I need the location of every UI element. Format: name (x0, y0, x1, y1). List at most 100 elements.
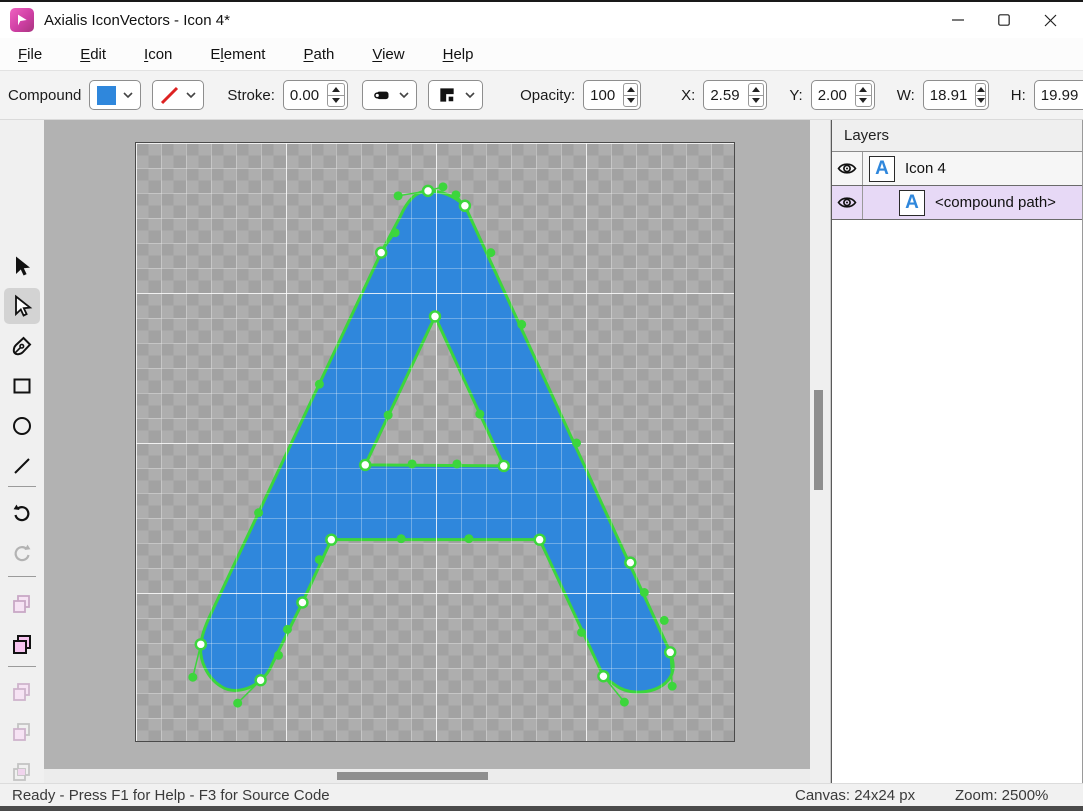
subtract-button[interactable] (4, 714, 40, 750)
compound-button[interactable] (4, 626, 40, 662)
vertical-scrollbar-thumb[interactable] (814, 390, 823, 490)
menu-item-help[interactable]: Help (431, 42, 486, 67)
undo-button[interactable] (4, 496, 40, 532)
handle-point[interactable] (394, 191, 403, 200)
menu-item-path[interactable]: Path (291, 42, 346, 67)
handle-point[interactable] (391, 228, 400, 237)
anchor-point[interactable] (423, 186, 433, 196)
zoom-level-indicator: Zoom: 2500% (955, 787, 1048, 804)
vertical-scrollbar[interactable] (810, 120, 831, 783)
spinner-buttons[interactable] (975, 83, 985, 107)
menu-item-view[interactable]: View (360, 42, 416, 67)
handle-point[interactable] (274, 651, 283, 660)
fill-color-swatch (97, 86, 116, 105)
handle-point[interactable] (486, 248, 495, 257)
line-tool[interactable] (4, 448, 40, 484)
handle-point[interactable] (408, 459, 417, 468)
line-icon (10, 454, 34, 478)
opacity-label: Opacity: (520, 87, 575, 104)
anchor-point[interactable] (256, 675, 266, 685)
menu-item-edit[interactable]: Edit (68, 42, 118, 67)
anchor-point[interactable] (598, 671, 608, 681)
handle-point[interactable] (620, 698, 629, 707)
handle-point[interactable] (438, 182, 447, 191)
anchor-point[interactable] (535, 535, 545, 545)
handle-point[interactable] (640, 588, 649, 597)
chevron-down-icon (186, 91, 196, 99)
line-cap-dropdown[interactable] (362, 80, 417, 110)
handle-point[interactable] (668, 682, 677, 691)
pen-tool[interactable] (4, 328, 40, 364)
layer-visibility-toggle[interactable] (832, 195, 862, 210)
icon-canvas[interactable] (135, 142, 735, 742)
handle-point[interactable] (475, 410, 484, 419)
fill-color-dropdown[interactable] (89, 80, 141, 110)
x-input[interactable]: 2.59 (703, 80, 767, 110)
menu-item-icon[interactable]: Icon (132, 42, 184, 67)
spinner-buttons[interactable] (748, 83, 765, 107)
handle-point[interactable] (254, 508, 263, 517)
handle-point[interactable] (188, 673, 197, 682)
anchor-point[interactable] (360, 460, 370, 470)
spinner-buttons[interactable] (327, 83, 345, 107)
anchor-point[interactable] (326, 535, 336, 545)
handle-point[interactable] (315, 380, 324, 389)
layer-row[interactable]: AIcon 4 (832, 152, 1082, 186)
anchor-point[interactable] (665, 647, 675, 657)
handle-point[interactable] (315, 555, 324, 564)
redo-button[interactable] (4, 536, 40, 572)
handle-point[interactable] (233, 699, 242, 708)
handle-point[interactable] (397, 534, 406, 543)
anchor-point[interactable] (297, 597, 307, 607)
anchor-point[interactable] (499, 461, 509, 471)
horizontal-scrollbar-thumb[interactable] (337, 772, 488, 780)
chevron-down-icon (123, 91, 133, 99)
select-tool[interactable] (4, 248, 40, 284)
direct-select-tool[interactable] (4, 288, 40, 324)
menu-item-element[interactable]: Element (198, 42, 277, 67)
anchor-point[interactable] (625, 558, 635, 568)
union-button[interactable] (4, 674, 40, 710)
group-button[interactable] (4, 586, 40, 622)
close-button[interactable] (1027, 5, 1073, 35)
spinner-buttons[interactable] (855, 83, 872, 107)
ellipse-tool[interactable] (4, 408, 40, 444)
handle-point[interactable] (283, 625, 292, 634)
handle-point[interactable] (384, 411, 393, 420)
handle-point[interactable] (577, 628, 586, 637)
line-join-dropdown[interactable] (428, 80, 483, 110)
stroke-color-dropdown[interactable] (152, 80, 204, 110)
stroke-color-swatch (160, 86, 179, 105)
rectangle-tool[interactable] (4, 368, 40, 404)
handle-point[interactable] (517, 320, 526, 329)
horizontal-scrollbar[interactable] (44, 769, 810, 783)
anchor-point[interactable] (196, 639, 206, 649)
stroke-width-input[interactable]: 0.00 (283, 80, 348, 110)
handle-point[interactable] (452, 459, 461, 468)
app-window: Axialis IconVectors - Icon 4* File Edit Ic… (0, 0, 1083, 811)
handle-point[interactable] (572, 439, 581, 448)
layer-row[interactable]: A<compound path> (832, 186, 1082, 220)
layers-panel-title: Layers (832, 120, 1082, 152)
h-input[interactable]: 19.99 (1034, 80, 1083, 110)
w-input[interactable]: 18.91 (923, 80, 989, 110)
layer-visibility-toggle[interactable] (832, 161, 862, 176)
handle-point[interactable] (464, 534, 473, 543)
maximize-button[interactable] (981, 5, 1027, 35)
handle-point[interactable] (451, 190, 460, 199)
canvas-workspace[interactable] (44, 120, 810, 783)
minimize-button[interactable] (935, 5, 981, 35)
app-logo-icon (10, 8, 34, 32)
select-arrow-icon (10, 254, 34, 278)
spin-down-icon (624, 96, 637, 107)
anchor-point[interactable] (460, 201, 470, 211)
handle-point[interactable] (660, 616, 669, 625)
anchor-point[interactable] (376, 248, 386, 258)
y-input[interactable]: 2.00 (811, 80, 875, 110)
opacity-input[interactable]: 100 (583, 80, 641, 110)
anchor-point[interactable] (430, 311, 440, 321)
spinner-buttons[interactable] (623, 83, 638, 107)
control-points-layer (136, 143, 734, 741)
menu-item-file[interactable]: File (6, 42, 54, 67)
window-title: Axialis IconVectors - Icon 4* (44, 12, 230, 29)
